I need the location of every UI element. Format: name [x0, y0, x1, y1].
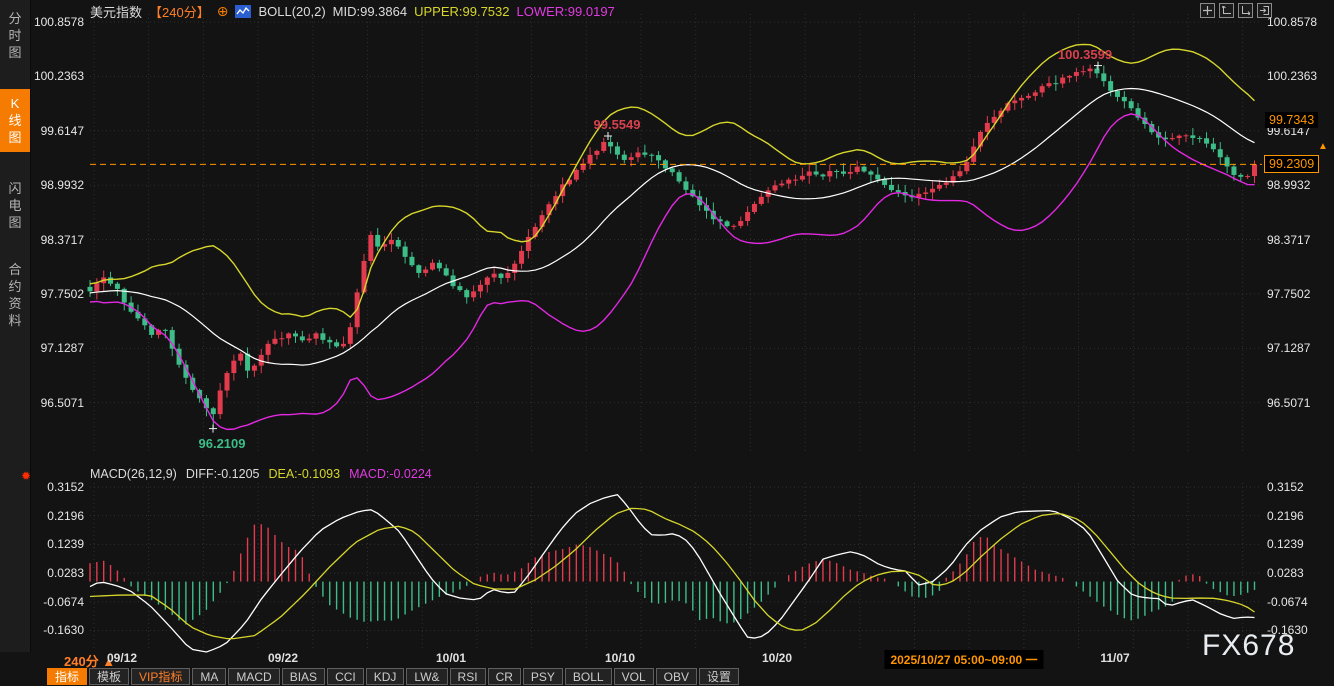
- date-axis-label: 10/01: [436, 651, 466, 665]
- date-axis-label: 11/07: [1100, 651, 1129, 665]
- indicator-toolbar: 指标模板VIP指标MAMACDBIASCCIKDJLW&RSICRPSYBOLL…: [47, 668, 739, 685]
- price-axis-label-left: 96.5071: [26, 396, 84, 410]
- toolbar-button-RSI[interactable]: RSI: [450, 668, 486, 685]
- trading-app-window: 分时图K线图闪电图合约资料 美元指数 【240分】 ⊕ BOLL(20,2) M…: [0, 0, 1334, 686]
- macd-axis-label-right: -0.0674: [1267, 595, 1325, 609]
- toolbar-button-KDJ[interactable]: KDJ: [366, 668, 405, 685]
- toolbar-button-CR[interactable]: CR: [488, 668, 521, 685]
- macd-axis-label-right: 0.0283: [1267, 566, 1325, 580]
- macd-axis-label-right: 0.3152: [1267, 480, 1325, 494]
- move-icon[interactable]: [1200, 3, 1215, 18]
- macd-name: MACD(26,12,9): [90, 467, 177, 481]
- interval-label[interactable]: 【240分】: [149, 2, 210, 21]
- toolbar-button-CCI[interactable]: CCI: [327, 668, 364, 685]
- toolbar-button-MA[interactable]: MA: [192, 668, 226, 685]
- price-axis-label-left: 97.1287: [26, 341, 84, 355]
- date-axis-label: 09/12: [107, 651, 137, 665]
- price-axis-label-right: 98.9932: [1267, 178, 1325, 192]
- macd-axis-label-right: 0.1239: [1267, 537, 1325, 551]
- toolbar-button-OBV[interactable]: OBV: [656, 668, 697, 685]
- date-axis-label: 09/22: [268, 651, 298, 665]
- last-price-axis-tag: 99.2309: [1264, 155, 1319, 173]
- macd-axis-label-right: 0.2196: [1267, 509, 1325, 523]
- price-axis-label-left: 98.9932: [26, 178, 84, 192]
- price-axis-label-right: 97.7502: [1267, 287, 1325, 301]
- axis-right-icon[interactable]: [1238, 3, 1253, 18]
- chart-header: 美元指数 【240分】 ⊕ BOLL(20,2) MID:99.3864 UPP…: [90, 3, 615, 19]
- sidebar-tab-分时图[interactable]: 分时图: [0, 4, 30, 67]
- toolbar-button-设置[interactable]: 设置: [699, 668, 739, 685]
- macd-dea-value: DEA:-0.1093: [268, 467, 340, 481]
- boll-mid-value: MID:99.3864: [333, 4, 407, 19]
- toolbar-button-BOLL[interactable]: BOLL: [565, 668, 612, 685]
- watermark: FX678: [1202, 629, 1295, 663]
- macd-axis-label-left: 0.0283: [26, 566, 84, 580]
- chart-type-sidebar: 分时图K线图闪电图合约资料: [0, 0, 31, 652]
- toolbar-button-指标[interactable]: 指标: [47, 668, 87, 685]
- price-axis-label-left: 97.7502: [26, 287, 84, 301]
- date-axis-label: 10/10: [605, 651, 635, 665]
- toolbar-button-VOL[interactable]: VOL: [614, 668, 654, 685]
- axis-left-icon[interactable]: [1219, 3, 1234, 18]
- boll-upper-value: UPPER:99.7532: [414, 4, 509, 19]
- price-axis-label-right: 100.2363: [1267, 69, 1325, 83]
- instrument-name: 美元指数: [90, 2, 142, 21]
- chart-tool-icons: [1200, 3, 1272, 18]
- macd-axis-label-left: -0.0674: [26, 595, 84, 609]
- macd-panel-icon[interactable]: ✹: [21, 469, 31, 483]
- macd-axis-label-left: 0.1239: [26, 537, 84, 551]
- macd-hist-value: MACD:-0.0224: [349, 467, 432, 481]
- macd-axis-label-left: 0.3152: [26, 480, 84, 494]
- swing-low-label: 96.2109: [199, 436, 246, 451]
- price-axis-label-right: 100.8578: [1267, 15, 1325, 29]
- toolbar-button-MACD[interactable]: MACD: [228, 668, 279, 685]
- macd-axis-label-left: -0.1630: [26, 623, 84, 637]
- boll-lower-value: LOWER:99.0197: [517, 4, 615, 19]
- price-axis-label-right: 97.1287: [1267, 341, 1325, 355]
- date-axis-label: 10/20: [762, 651, 792, 665]
- price-axis-label-left: 98.3717: [26, 233, 84, 247]
- price-axis-label-left: 99.6147: [26, 124, 84, 138]
- sidebar-tab-K线图[interactable]: K线图: [0, 89, 30, 152]
- peak-high-label: 100.3599: [1058, 47, 1112, 62]
- macd-axis-label-left: 0.2196: [26, 509, 84, 523]
- price-up-arrow-icon: ▲: [1318, 141, 1328, 152]
- macd-legend: MACD(26,12,9) DIFF:-0.1205 DEA:-0.1093 M…: [90, 467, 432, 481]
- toolbar-button-VIP指标[interactable]: VIP指标: [131, 668, 190, 685]
- price-axis-label-right: 98.3717: [1267, 233, 1325, 247]
- price-axis-label-left: 100.2363: [26, 69, 84, 83]
- toolbar-button-模板[interactable]: 模板: [89, 668, 129, 685]
- toolbar-button-BIAS[interactable]: BIAS: [282, 668, 325, 685]
- add-overlay-icon[interactable]: ⊕: [217, 5, 229, 17]
- swing-high-label: 99.5549: [594, 117, 641, 132]
- toolbar-button-PSY[interactable]: PSY: [523, 668, 563, 685]
- boll-upper-axis-tag: 99.7343: [1265, 112, 1318, 128]
- macd-diff-value: DIFF:-0.1205: [186, 467, 260, 481]
- candlestick-macd-chart: [0, 0, 1334, 686]
- boll-indicator-name: BOLL(20,2): [258, 4, 325, 19]
- toolbar-button-LW&[interactable]: LW&: [406, 668, 447, 685]
- price-axis-label-right: 96.5071: [1267, 396, 1325, 410]
- crosshair-date-tag: 2025/10/27 05:00~09:00 一: [884, 650, 1043, 669]
- chart-thumbnail-icon[interactable]: [235, 5, 251, 18]
- price-axis-label-left: 100.8578: [26, 15, 84, 29]
